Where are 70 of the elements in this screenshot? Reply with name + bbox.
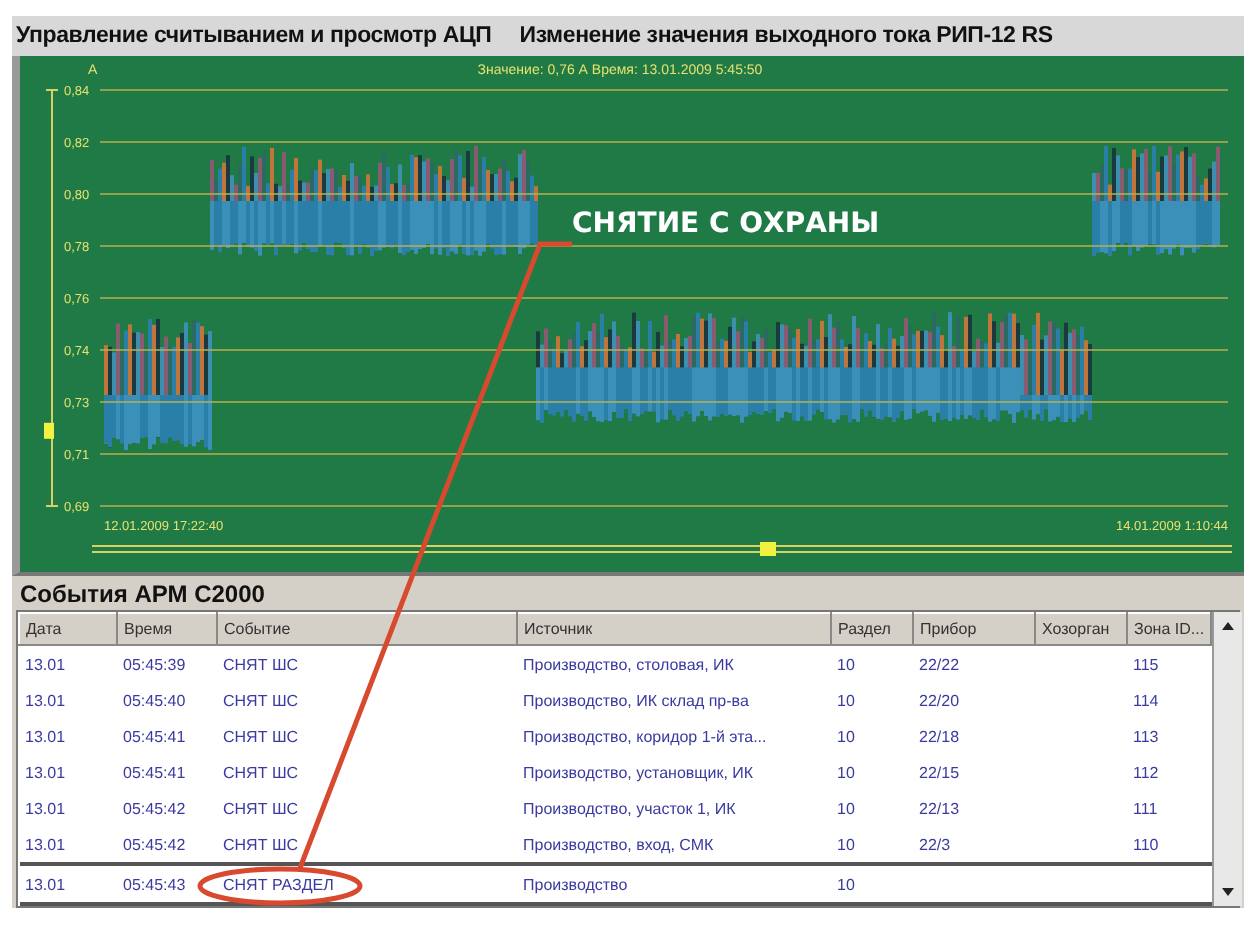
table-cell: 05:45:42 (123, 835, 186, 853)
annotation-text: СНЯТИЕ С ОХРАНЫ (572, 208, 880, 240)
table-cell: 05:45:41 (123, 763, 186, 781)
table-cell: Производство, коридор 1-й эта... (523, 727, 767, 745)
table-row[interactable]: 13.01 05:45:41 СНЯТ ШС Производство, установщик, ИК 10 22/15 112 (19, 754, 1211, 790)
table-row[interactable]: 13.01 05:45:39 СНЯТ ШС Производство, столовая, ИК 10 22/22 115 (19, 645, 1211, 682)
table-cell: 13.01 (25, 875, 66, 893)
window-title: Управление считыванием и просмотр АЦП (16, 24, 492, 48)
table-cell: 22/13 (919, 799, 960, 817)
table-cell: 13.01 (25, 799, 66, 817)
table-cell: 115 (1133, 655, 1159, 673)
column-header[interactable]: Раздел (831, 613, 913, 645)
table-cell: 22/3 (919, 835, 951, 853)
table-cell: Производство, установщик, ИК (523, 763, 754, 781)
table-cell: Производство, участок 1, ИК (523, 799, 736, 817)
column-header[interactable]: Время (117, 613, 217, 645)
table-cell: 13.01 (25, 763, 66, 781)
table-row[interactable]: 13.01 05:45:40 СНЯТ ШС Производство, ИК склад пр-ва 10 22/20 114 (19, 682, 1211, 718)
chart-title: Изменение значения выходного тока РИП-12 RS (519, 24, 1053, 48)
table-cell: СНЯТ ШС (223, 691, 299, 709)
scroll-thumb[interactable] (760, 542, 776, 556)
table-cell: 111 (1133, 799, 1158, 817)
table-cell: 10 (837, 727, 855, 745)
table-cell: 05:45:41 (123, 727, 186, 745)
table-cell: СНЯТ ШС (223, 727, 299, 745)
table-cell: 05:45:43 (123, 875, 186, 893)
table-cell: Производство, вход, СМК (523, 835, 714, 853)
slider-handle[interactable] (44, 422, 54, 439)
table-cell: СНЯТ РАЗДЕЛ (223, 875, 334, 893)
scrollbar[interactable] (1212, 612, 1242, 906)
table-cell: 05:45:40 (123, 691, 186, 709)
table-cell: 13.01 (25, 727, 66, 745)
table-cell: СНЯТ ШС (223, 655, 299, 673)
table-row[interactable]: 13.01 05:45:42 СНЯТ ШС Производство, вход, СМК 10 22/3 110 (19, 826, 1211, 864)
table-cell: 113 (1133, 727, 1159, 745)
table-cell: 22/18 (919, 727, 960, 745)
table-cell: 22/22 (919, 655, 960, 673)
table-row[interactable]: 13.01 05:45:42 СНЯТ ШС Производство, участок 1, ИК 10 22/13 111 (19, 790, 1211, 826)
panel-title: События АРМ С2000 (18, 578, 267, 610)
table-cell: 05:45:39 (123, 655, 186, 673)
column-header[interactable]: Хозорган (1035, 613, 1127, 645)
column-header[interactable]: Источник (517, 613, 831, 645)
column-header[interactable]: Дата (19, 613, 117, 645)
table-cell: 13.01 (25, 691, 66, 709)
table-cell: 22/20 (919, 691, 960, 709)
table-cell: 10 (837, 655, 855, 673)
table-cell: 112 (1133, 763, 1159, 781)
table-cell: 10 (837, 799, 855, 817)
table-cell: СНЯТ ШС (223, 763, 299, 781)
column-header[interactable]: Событие (217, 613, 517, 645)
selected-row[interactable]: 13.01 05:45:43 СНЯТ РАЗДЕЛ Производство 10 (19, 864, 1211, 904)
table-cell: 10 (837, 875, 855, 893)
table-cell: 10 (837, 835, 855, 853)
table-cell: 114 (1133, 691, 1159, 709)
table-cell: 13.01 (25, 835, 66, 853)
time-scrollbar[interactable] (91, 545, 1233, 553)
table-cell: Производство, столовая, ИК (523, 655, 734, 673)
table-cell: СНЯТ ШС (223, 799, 299, 817)
column-header[interactable]: Зона ID... (1127, 613, 1211, 645)
table-cell: 10 (837, 691, 855, 709)
table-cell: 05:45:42 (123, 799, 186, 817)
table-row[interactable]: 13.01 05:45:41 СНЯТ ШС Производство, коридор 1-й эта... 10 22/18 113 (19, 718, 1211, 754)
table-cell: 10 (837, 763, 855, 781)
table-cell: 13.01 (25, 655, 66, 673)
table-cell: 110 (1133, 835, 1159, 853)
table-cell: Производство (523, 875, 628, 893)
table-cell: СНЯТ ШС (223, 835, 299, 853)
table-cell: Производство, ИК склад пр-ва (523, 691, 749, 709)
table-cell: 22/15 (919, 763, 960, 781)
column-header[interactable]: Прибор (913, 613, 1035, 645)
